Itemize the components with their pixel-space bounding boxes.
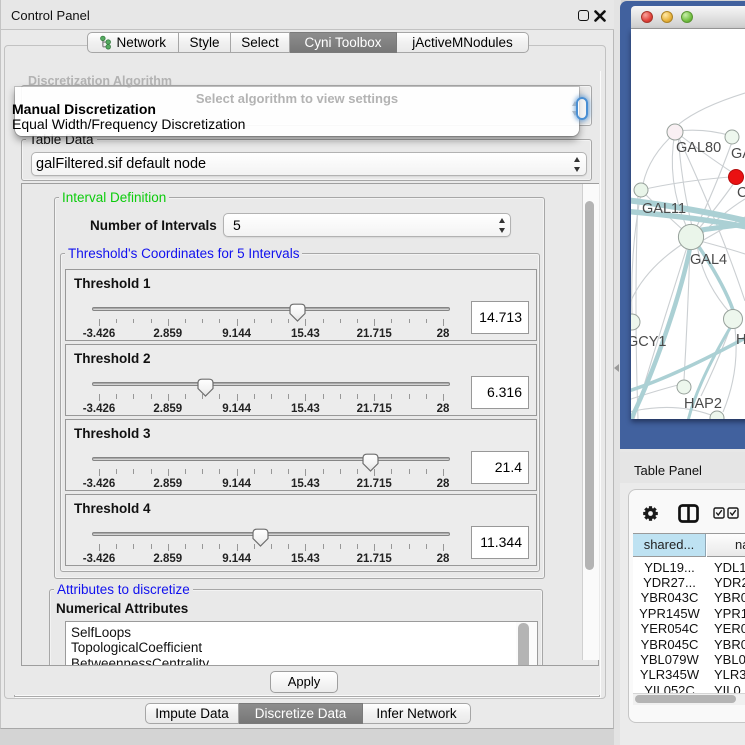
svg-text:HAP2: HAP2 bbox=[684, 396, 722, 412]
svg-text:GA: GA bbox=[731, 146, 745, 162]
svg-text:GCY1: GCY1 bbox=[631, 334, 667, 350]
svg-text:GAL80: GAL80 bbox=[676, 140, 721, 156]
svg-text:C: C bbox=[737, 185, 745, 201]
svg-text:GAL11: GAL11 bbox=[642, 201, 686, 217]
svg-text:GAL4: GAL4 bbox=[690, 252, 727, 268]
svg-text:H: H bbox=[736, 332, 745, 348]
